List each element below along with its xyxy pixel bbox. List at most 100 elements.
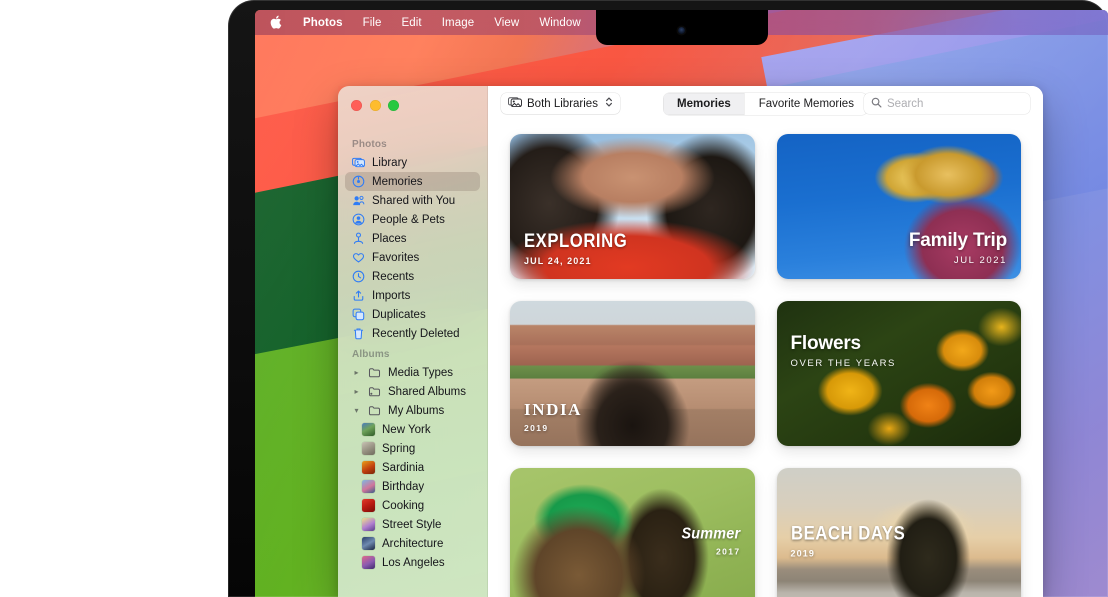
sidebar-item-label: Birthday (382, 481, 424, 493)
chevron-right-icon[interactable]: ▸ (352, 368, 361, 377)
minimize-button[interactable] (370, 100, 381, 111)
sidebar-item-label: Favorites (372, 252, 419, 264)
library-selector-button[interactable]: Both Libraries (501, 93, 620, 114)
sidebar-item-sardinia[interactable]: Sardinia (345, 458, 480, 477)
trash-icon (352, 327, 365, 340)
memory-card[interactable]: Summer2017 (510, 468, 755, 597)
photos-app-window: PhotosLibrary Memories Shared with You Peop… (338, 86, 1043, 597)
memory-photo (777, 301, 1022, 446)
sidebar-item-duplicates[interactable]: Duplicates (345, 305, 480, 324)
sidebar-item-label: Recents (372, 271, 414, 283)
sidebar-item-shared-with-you[interactable]: Shared with You (345, 191, 480, 210)
memory-subtitle: 2019 (524, 423, 582, 433)
clock-icon (352, 270, 365, 283)
album-thumbnail (362, 499, 375, 512)
sidebar-item-label: Architecture (382, 538, 443, 550)
menu-item-image[interactable]: Image (432, 15, 484, 31)
menu-item-photos[interactable]: Photos (293, 15, 353, 31)
sidebar-item-people-pets[interactable]: People & Pets (345, 210, 480, 229)
memory-caption: EXPLORING JUL 24, 2021 (524, 231, 641, 266)
search-icon (871, 95, 882, 113)
sidebar-item-recents[interactable]: Recents (345, 267, 480, 286)
toolbar: Both Libraries MemoriesFavorite Memories (488, 86, 1043, 121)
sidebar-item-label: My Albums (388, 405, 444, 417)
memory-title: Flowers (791, 333, 896, 355)
sidebar-item-architecture[interactable]: Architecture (345, 534, 480, 553)
sidebar-item-new-york[interactable]: New York (345, 420, 480, 439)
menu-item-window[interactable]: Window (529, 15, 591, 31)
memory-card[interactable]: BEACH DAYS2019 (777, 468, 1022, 597)
sidebar-item-label: Shared Albums (388, 386, 466, 398)
sidebar-item-spring[interactable]: Spring (345, 439, 480, 458)
close-button[interactable] (351, 100, 362, 111)
memory-subtitle: JUL 24, 2021 (524, 256, 641, 266)
sidebar-item-imports[interactable]: Imports (345, 286, 480, 305)
segment-favorite-memories[interactable]: Favorite Memories (745, 93, 868, 115)
people-pets-icon (352, 213, 365, 226)
sidebar-item-places[interactable]: Places (345, 229, 480, 248)
sidebar-item-label: Duplicates (372, 309, 426, 321)
memory-title: BEACH DAYS (791, 523, 905, 545)
chevron-right-icon[interactable]: ▸ (352, 387, 361, 396)
window-controls[interactable] (351, 100, 399, 111)
sidebar-item-my-albums[interactable]: ▾ My Albums (345, 401, 480, 420)
camera-icon (678, 27, 685, 34)
menu-item-file[interactable]: File (353, 15, 392, 31)
segment-memories[interactable]: Memories (663, 93, 745, 115)
photo-stack-icon (508, 96, 522, 111)
search-field[interactable]: Search (864, 93, 1030, 114)
sidebar-item-label: People & Pets (372, 214, 445, 226)
album-thumbnail (362, 556, 375, 569)
sidebar-item-shared-albums[interactable]: ▸ Shared Albums (345, 382, 480, 401)
sidebar-item-media-types[interactable]: ▸Media Types (345, 363, 480, 382)
sidebar-item-favorites[interactable]: Favorites (345, 248, 480, 267)
zoom-button[interactable] (388, 100, 399, 111)
sidebar-item-cooking[interactable]: Cooking (345, 496, 480, 515)
sidebar-item-label: New York (382, 424, 431, 436)
memories-segmented-control[interactable]: MemoriesFavorite Memories (663, 93, 868, 115)
sidebar-item-library[interactable]: Library (345, 153, 480, 172)
memory-title: Family Trip (909, 230, 1007, 252)
sidebar-item-label: Los Angeles (382, 557, 445, 569)
sidebar-item-los-angeles[interactable]: Los Angeles (345, 553, 480, 572)
sidebar-item-birthday[interactable]: Birthday (345, 477, 480, 496)
sidebar-item-memories[interactable]: Memories (345, 172, 480, 191)
album-thumbnail (362, 518, 375, 531)
sidebar-section-header-photos: Photos (338, 133, 487, 153)
sidebar: PhotosLibrary Memories Shared with You Peop… (338, 86, 488, 597)
memory-title: Summer (682, 525, 741, 543)
menu-item-view[interactable]: View (484, 15, 529, 31)
memory-subtitle: JUL 2021 (909, 255, 1007, 266)
memory-card[interactable]: FlowersOVER THE YEARS (777, 301, 1022, 446)
sidebar-section-header-albums: Albums (338, 343, 487, 363)
album-thumbnail (362, 423, 375, 436)
chevron-down-icon[interactable]: ▾ (352, 406, 361, 415)
memory-card[interactable]: EXPLORING JUL 24, 2021 (510, 134, 755, 279)
sidebar-item-label: Cooking (382, 500, 424, 512)
sidebar-item-label: Shared with You (372, 195, 455, 207)
memory-caption: INDIA2019 (524, 400, 582, 433)
menu-item-edit[interactable]: Edit (392, 15, 432, 31)
laptop-screen: PhotosFileEditImageViewWindowHelp Photos… (255, 10, 1108, 597)
photo-library-icon (352, 156, 365, 169)
memory-card[interactable]: Family Trip JUL 2021 (777, 134, 1022, 279)
up-down-chevron-icon (605, 96, 613, 111)
sidebar-item-label: Places (372, 233, 407, 245)
duplicates-icon (352, 308, 365, 321)
sidebar-list[interactable]: PhotosLibrary Memories Shared with You Peop… (338, 133, 487, 597)
content-area: Both Libraries MemoriesFavorite Memories (488, 86, 1043, 597)
sidebar-item-label: Imports (372, 290, 410, 302)
sidebar-item-recently-deleted[interactable]: Recently Deleted (345, 324, 480, 343)
memory-card[interactable]: INDIA2019 (510, 301, 755, 446)
folder-icon (368, 404, 381, 417)
memory-title: EXPLORING (524, 231, 627, 253)
sidebar-item-label: Spring (382, 443, 415, 455)
shared-with-you-icon (352, 194, 365, 207)
apple-logo-icon[interactable] (265, 15, 293, 31)
album-thumbnail (362, 480, 375, 493)
folder-icon (368, 366, 381, 379)
sidebar-item-label: Memories (372, 176, 422, 188)
display-notch (596, 10, 768, 45)
places-pin-icon (352, 232, 365, 245)
sidebar-item-street-style[interactable]: Street Style (345, 515, 480, 534)
